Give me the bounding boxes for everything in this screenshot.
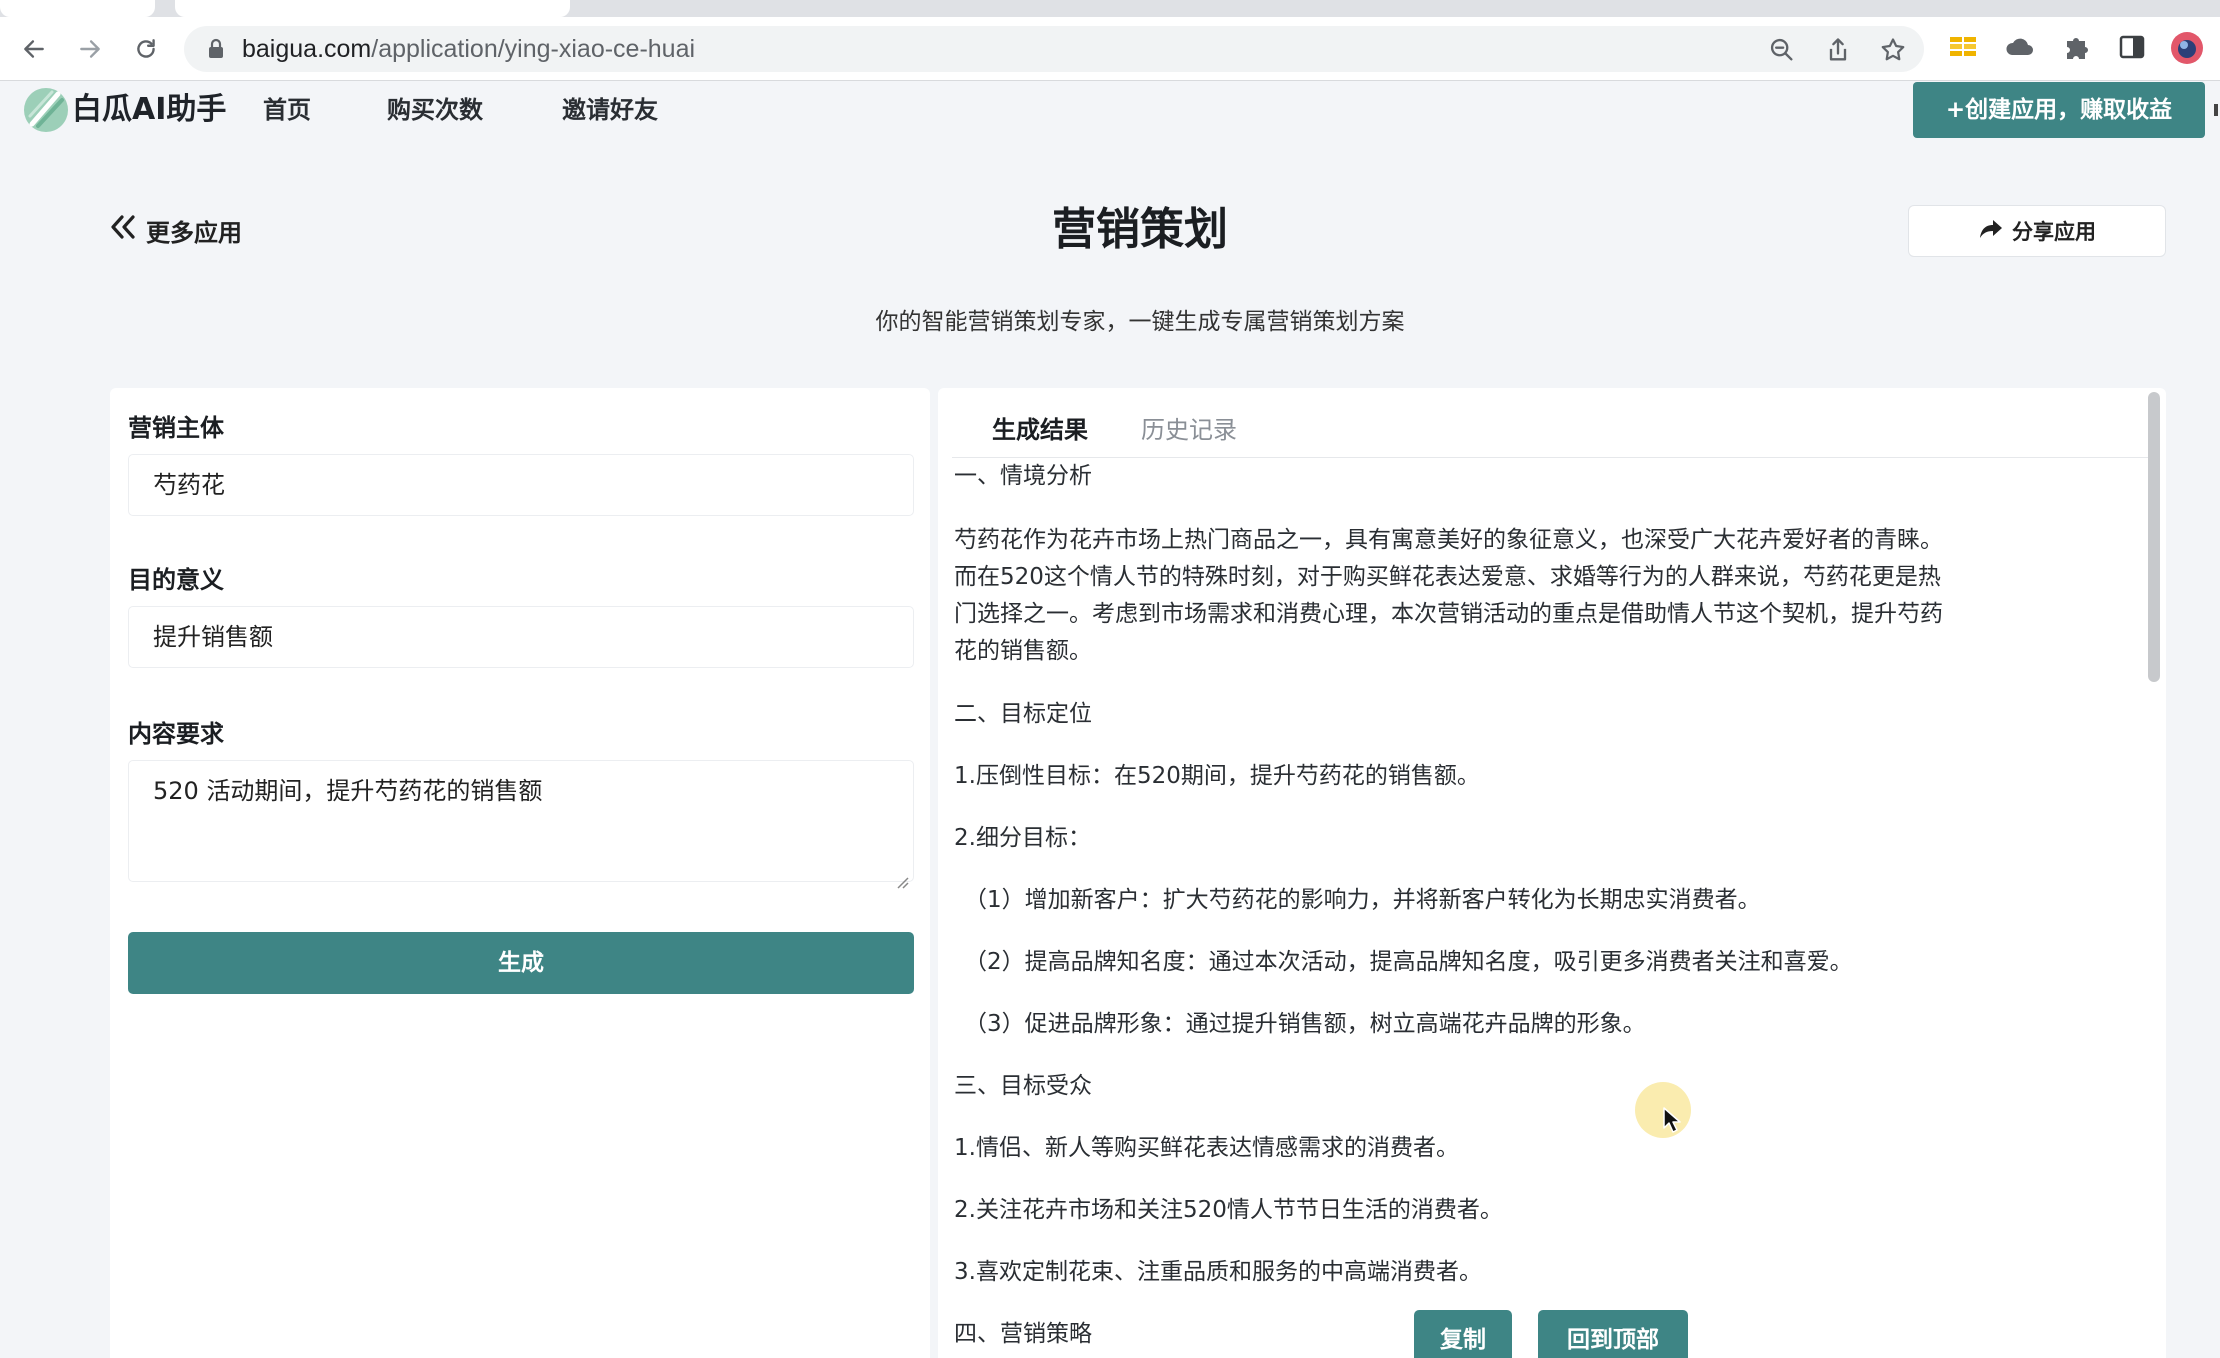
bookmark-star-icon[interactable] — [1879, 36, 1907, 64]
nav-home[interactable]: 首页 — [263, 88, 311, 132]
profile-avatar-icon[interactable] — [2170, 31, 2203, 64]
page-title: 营销策划 — [1052, 204, 1228, 255]
side-panel-icon[interactable] — [2116, 31, 2148, 63]
result-tabs: 生成结果 历史记录 — [952, 408, 2148, 458]
result-line: 3.喜欢定制花束、注重品质和服务的中高端消费者。 — [954, 1259, 1482, 1285]
result-card: 生成结果 历史记录 一、情境分析 芍药花作为花卉市场上热门商品之一，具有寓意美好… — [938, 388, 2166, 1358]
result-line: 1.压倒性目标：在520期间，提升芍药花的销售额。 — [954, 763, 1480, 789]
create-app-button[interactable]: +创建应用，赚取收益 — [1913, 82, 2205, 138]
cloud-extension-icon[interactable] — [2004, 31, 2036, 63]
share-app-label: 分享应用 — [2012, 220, 2096, 244]
share-page-icon[interactable] — [1824, 36, 1852, 64]
result-heading: 四、营销策略 — [954, 1321, 1092, 1347]
result-line: （3）促进品牌形象：通过提升销售额，树立高端花卉品牌的形象。 — [964, 1011, 1646, 1037]
logo-leaf-icon — [22, 86, 70, 134]
browser-tab[interactable] — [0, 0, 155, 17]
result-line: 门选择之一。考虑到市场需求和消费心理，本次营销活动的重点是借助情人节这个契机，提… — [954, 601, 1943, 627]
back-to-top-button[interactable]: 回到顶部 — [1538, 1310, 1688, 1358]
resize-grip-icon[interactable] — [895, 863, 909, 889]
result-line: 花的销售额。 — [954, 638, 1092, 664]
mouse-pointer-icon — [1662, 1106, 1682, 1138]
input-form-card: 营销主体 芍药花 目的意义 提升销售额 内容要求 520 活动期间，提升芍药花的… — [110, 388, 930, 1358]
share-app-button[interactable]: 分享应用 — [1908, 205, 2166, 257]
result-line: 而在520这个情人节的特殊时刻，对于购买鲜花表达爱意、求婚等行为的人群来说，芍药… — [954, 564, 1941, 590]
back-arrow-icon[interactable] — [16, 31, 52, 67]
copy-button[interactable]: 复制 — [1414, 1310, 1512, 1358]
site-header: 白瓜AI助手 首页 购买次数 邀请好友 +创建应用，赚取收益 — [0, 82, 2220, 154]
tab-results[interactable]: 生成结果 — [992, 408, 1088, 452]
puzzle-extension-icon[interactable] — [2060, 31, 2092, 63]
result-scrollbar[interactable] — [2148, 392, 2160, 682]
result-heading: 一、情境分析 — [954, 463, 1092, 489]
result-heading: 三、目标受众 — [954, 1073, 1092, 1099]
nav-buy-credits[interactable]: 购买次数 — [387, 88, 483, 132]
page-subtitle: 你的智能营销策划专家，一键生成专属营销策划方案 — [875, 309, 1405, 335]
reload-icon[interactable] — [128, 31, 164, 67]
forward-arrow-icon[interactable] — [72, 31, 108, 67]
result-line: 1.情侣、新人等购买鲜花表达情感需求的消费者。 — [954, 1135, 1459, 1161]
result-heading: 二、目标定位 — [954, 701, 1092, 727]
result-line: 2.细分目标： — [954, 825, 1091, 851]
purpose-input[interactable]: 提升销售额 — [128, 606, 914, 668]
result-line: 2.关注花卉市场和关注520情人节节日生活的消费者。 — [954, 1197, 1503, 1223]
field-label-requirements: 内容要求 — [128, 720, 224, 748]
tab-history[interactable]: 历史记录 — [1141, 408, 1237, 452]
url-host: baigua.com — [242, 35, 372, 63]
browser-tab-strip — [0, 0, 2220, 17]
share-arrow-icon — [1978, 217, 2004, 246]
address-bar[interactable]: baigua.com/application/ying-xiao-ce-huai — [184, 26, 1924, 72]
lock-icon — [206, 38, 226, 64]
grid-extension-icon[interactable] — [1948, 31, 1980, 63]
nav-invite-friends[interactable]: 邀请好友 — [562, 88, 658, 132]
browser-tab-active[interactable] — [175, 0, 570, 17]
url-text: baigua.com/application/ying-xiao-ce-huai — [242, 26, 695, 72]
field-label-subject: 营销主体 — [128, 414, 224, 442]
result-line: （1）增加新客户：扩大芍药花的影响力，并将新客户转化为长期忠实消费者。 — [964, 887, 1761, 913]
overflow-edge-mark — [2214, 104, 2218, 116]
browser-toolbar: baigua.com/application/ying-xiao-ce-huai — [0, 17, 2220, 81]
generate-button[interactable]: 生成 — [128, 932, 914, 994]
result-line: （2）提高品牌知名度：通过本次活动，提高品牌知名度，吸引更多消费者关注和喜爱。 — [964, 949, 1853, 975]
logo-text[interactable]: 白瓜AI助手 — [72, 88, 226, 132]
requirements-textarea[interactable]: 520 活动期间，提升芍药花的销售额 — [128, 760, 914, 889]
requirements-text: 520 活动期间，提升芍药花的销售额 — [153, 777, 543, 805]
zoom-icon[interactable] — [1768, 36, 1796, 64]
subject-input[interactable]: 芍药花 — [128, 454, 914, 516]
field-label-purpose: 目的意义 — [128, 566, 224, 594]
url-path: /application/ying-xiao-ce-huai — [371, 35, 696, 63]
result-line: 芍药花作为花卉市场上热门商品之一，具有寓意美好的象征意义，也深受广大花卉爱好者的… — [954, 527, 1943, 553]
